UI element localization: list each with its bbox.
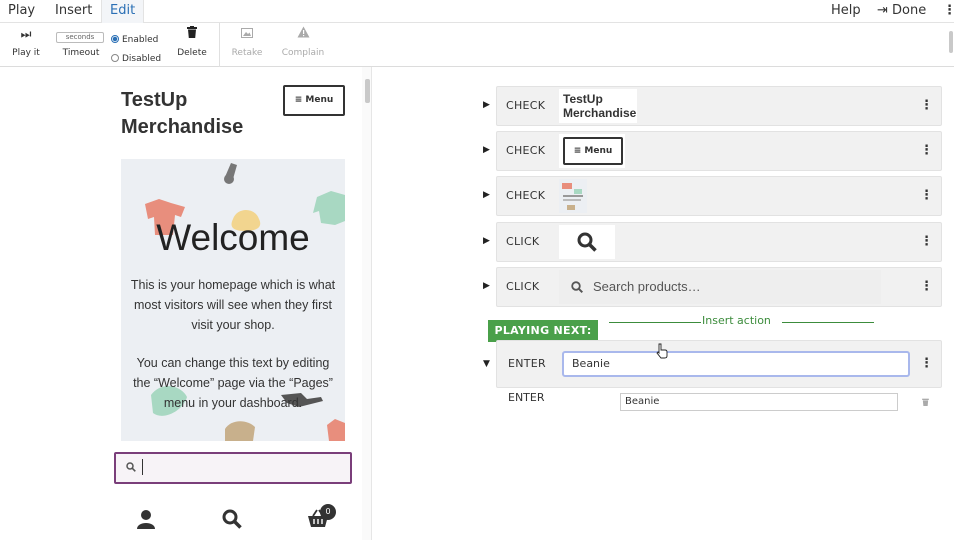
tab-play[interactable]: Play bbox=[0, 0, 43, 23]
search-icon bbox=[577, 232, 597, 252]
more-menu-icon[interactable]: ⋮ bbox=[943, 0, 954, 23]
search-placeholder-text: Search products… bbox=[593, 279, 701, 294]
step-more-icon[interactable]: ⋮ bbox=[920, 132, 933, 170]
timeout-label: Timeout bbox=[62, 48, 100, 58]
step-row[interactable]: ▶ CHECK TestUp Merchandise ⋮ bbox=[483, 86, 942, 126]
step-action: CLICK bbox=[506, 280, 540, 293]
step-action: CHECK bbox=[506, 144, 546, 157]
top-bar: Play Insert Edit Help ⇥ Done ⋮ bbox=[0, 0, 954, 23]
disabled-radio[interactable]: Disabled bbox=[111, 53, 161, 65]
hero-paragraph-2: You can change this text by editing the … bbox=[133, 356, 333, 410]
playing-next-badge: PLAYING NEXT: bbox=[488, 320, 598, 342]
help-link[interactable]: Help bbox=[831, 0, 861, 23]
step-screenshot-preview: TestUp Merchandise bbox=[559, 89, 637, 123]
menu-label: Menu bbox=[584, 146, 613, 156]
enter-value-input[interactable]: Beanie bbox=[562, 351, 910, 377]
sub-step-value-input[interactable]: Beanie bbox=[620, 393, 898, 411]
preview-scrollbar[interactable] bbox=[362, 67, 371, 540]
main-scrollbar[interactable] bbox=[948, 23, 954, 540]
toolbar-divider bbox=[219, 23, 220, 67]
expand-arrow-icon[interactable]: ▶ bbox=[483, 236, 490, 246]
step-more-icon[interactable]: ⋮ bbox=[920, 341, 933, 387]
step-more-icon[interactable]: ⋮ bbox=[920, 177, 933, 215]
complain-label: Complain bbox=[281, 48, 325, 58]
insert-line-right bbox=[782, 322, 874, 323]
timeout-control: Timeout bbox=[58, 23, 104, 67]
search-icon[interactable] bbox=[222, 509, 242, 534]
expand-arrow-icon[interactable]: ▶ bbox=[483, 145, 490, 155]
warning-icon bbox=[280, 23, 326, 43]
product-search-input[interactable] bbox=[114, 452, 352, 484]
image-icon bbox=[228, 23, 266, 43]
enabled-radio[interactable]: Enabled bbox=[111, 34, 158, 46]
step-screenshot-preview: Search products… bbox=[559, 270, 881, 304]
retake-label: Retake bbox=[231, 48, 263, 58]
insert-action-link[interactable]: Insert action bbox=[702, 314, 771, 327]
step-action: CLICK bbox=[506, 235, 540, 248]
delete-button[interactable]: Delete bbox=[175, 23, 209, 67]
done-label: Done bbox=[892, 3, 927, 18]
step-screenshot-preview: ≡ Menu bbox=[559, 134, 625, 168]
disabled-label: Disabled bbox=[122, 54, 162, 64]
search-icon bbox=[571, 281, 583, 293]
tab-edit[interactable]: Edit bbox=[101, 0, 145, 23]
step-more-icon[interactable]: ⋮ bbox=[920, 223, 933, 261]
complain-button[interactable]: Complain bbox=[280, 23, 326, 67]
insert-line-left bbox=[609, 322, 701, 323]
collapse-arrow-icon[interactable]: ▼ bbox=[483, 359, 490, 369]
retake-button[interactable]: Retake bbox=[228, 23, 266, 67]
step-screenshot-preview bbox=[559, 225, 615, 259]
menu-button[interactable]: ≡ Menu bbox=[283, 85, 345, 116]
step-more-icon[interactable]: ⋮ bbox=[920, 268, 933, 306]
step-action: ENTER bbox=[508, 357, 546, 370]
exit-icon: ⇥ bbox=[877, 3, 888, 18]
radio-checked-icon bbox=[111, 35, 119, 43]
expand-arrow-icon[interactable]: ▶ bbox=[483, 100, 490, 110]
radio-unchecked-icon bbox=[111, 54, 119, 62]
steps-panel: ▶ CHECK TestUp Merchandise ⋮ ▶ CHECK ≡ M… bbox=[372, 67, 954, 540]
hamburger-icon: ≡ bbox=[294, 95, 303, 105]
sub-step-action: ENTER bbox=[508, 391, 545, 404]
search-icon bbox=[126, 462, 136, 475]
fast-forward-icon: ⏭ bbox=[20, 27, 32, 41]
site-title[interactable]: TestUp Merchandise bbox=[121, 87, 281, 141]
step-action: CHECK bbox=[506, 189, 546, 202]
tab-insert[interactable]: Insert bbox=[47, 0, 100, 23]
play-it-label: Play it bbox=[12, 48, 40, 58]
text-caret bbox=[142, 459, 143, 475]
enabled-label: Enabled bbox=[122, 35, 159, 45]
step-row[interactable]: ▶ CLICK ⋮ bbox=[483, 222, 942, 262]
delete-label: Delete bbox=[177, 48, 207, 58]
expand-arrow-icon[interactable]: ▶ bbox=[483, 190, 490, 200]
hamburger-icon: ≡ bbox=[573, 146, 582, 156]
hero-banner: Welcome This is your homepage which is w… bbox=[121, 159, 345, 441]
hero-title: Welcome bbox=[156, 217, 310, 258]
step-action: CHECK bbox=[506, 99, 546, 112]
step-row[interactable]: ▶ CHECK ⋮ bbox=[483, 176, 942, 216]
cart-count-badge: 0 bbox=[320, 504, 336, 520]
menu-label: Menu bbox=[305, 95, 334, 105]
trash-icon bbox=[175, 23, 209, 43]
mouse-cursor-icon bbox=[656, 343, 668, 359]
main-scrollbar-thumb[interactable] bbox=[949, 31, 953, 53]
step-row[interactable]: ▶ CHECK ≡ Menu ⋮ bbox=[483, 131, 942, 171]
done-button[interactable]: ⇥ Done bbox=[877, 0, 926, 23]
step-more-icon[interactable]: ⋮ bbox=[920, 87, 933, 125]
edit-toolbar: ⏭ Play it seconds Timeout Enabled Disabl… bbox=[0, 23, 954, 67]
trash-icon[interactable] bbox=[922, 398, 929, 408]
step-row[interactable]: ▶ CLICK Search products… ⋮ bbox=[483, 267, 942, 307]
step-screenshot-preview bbox=[559, 179, 587, 213]
hero-paragraph-1: This is your homepage which is what most… bbox=[130, 278, 336, 332]
site-preview: TestUp Merchandise ≡ Menu Welcome This i… bbox=[0, 67, 372, 540]
expand-arrow-icon[interactable]: ▶ bbox=[483, 281, 490, 291]
play-it-button[interactable]: ⏭ Play it bbox=[8, 23, 44, 67]
preview-scrollbar-thumb[interactable] bbox=[365, 79, 370, 103]
account-icon[interactable] bbox=[136, 509, 156, 534]
